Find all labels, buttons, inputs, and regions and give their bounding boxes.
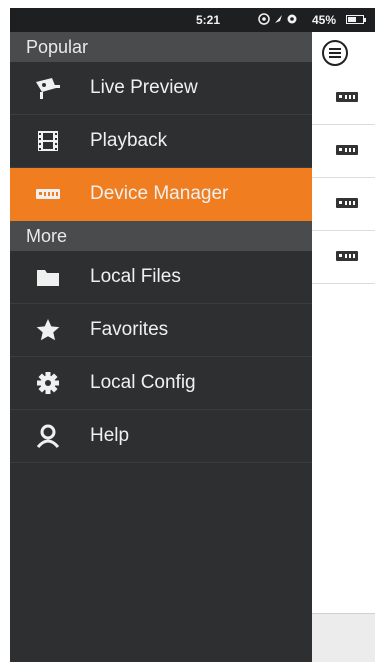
- star-icon: [34, 318, 62, 342]
- menu-item-label: Live Preview: [90, 77, 198, 98]
- user-icon: [34, 424, 62, 449]
- battery-percent: 45%: [312, 13, 337, 27]
- section-header-more: More: [10, 221, 312, 251]
- section-header-popular: Popular: [10, 32, 312, 62]
- menu-item-local-config[interactable]: Local Config: [10, 357, 312, 410]
- status-bar: 5:21 45%: [10, 8, 375, 32]
- menu-item-device-manager[interactable]: Device Manager: [10, 168, 312, 221]
- dvr-icon: [336, 198, 358, 208]
- menu-item-label: Device Manager: [90, 183, 229, 204]
- device-row[interactable]: [312, 72, 375, 125]
- gear-icon: [34, 371, 62, 395]
- side-drawer: Popular Live Preview Playback Device Man…: [10, 32, 312, 662]
- dvr-icon: [336, 251, 358, 261]
- bottom-toolbar: [312, 613, 375, 662]
- menu-item-local-files[interactable]: Local Files: [10, 251, 312, 304]
- menu-item-label: Local Files: [90, 266, 181, 287]
- menu-item-label: Help: [90, 425, 130, 446]
- menu-item-help[interactable]: Help: [10, 410, 312, 463]
- menu-item-playback[interactable]: Playback: [10, 115, 312, 168]
- menu-item-label: Favorites: [90, 319, 169, 340]
- device-row[interactable]: [312, 231, 375, 284]
- menu-item-label: Playback: [90, 130, 168, 151]
- menu-item-live-preview[interactable]: Live Preview: [10, 62, 312, 115]
- battery-icon: [346, 15, 366, 24]
- menu-item-label: Local Config: [90, 372, 196, 393]
- dvr-icon: [336, 145, 358, 155]
- device-row[interactable]: [312, 178, 375, 231]
- status-icons: [258, 12, 302, 29]
- film-icon: [34, 129, 62, 153]
- camera-icon: [34, 76, 62, 100]
- dvr-icon: [34, 182, 62, 206]
- main-content-peek: [312, 32, 375, 662]
- status-time: 5:21: [196, 13, 221, 27]
- menu-item-favorites[interactable]: Favorites: [10, 304, 312, 357]
- status-indicator-icons: [258, 13, 297, 25]
- app-frame: 5:21 45% Popular Live Preview Playback D…: [10, 8, 375, 662]
- dvr-icon: [336, 92, 358, 102]
- folder-icon: [34, 265, 62, 289]
- device-row[interactable]: [312, 125, 375, 178]
- content-topbar: [312, 32, 375, 72]
- hamburger-icon[interactable]: [322, 40, 348, 66]
